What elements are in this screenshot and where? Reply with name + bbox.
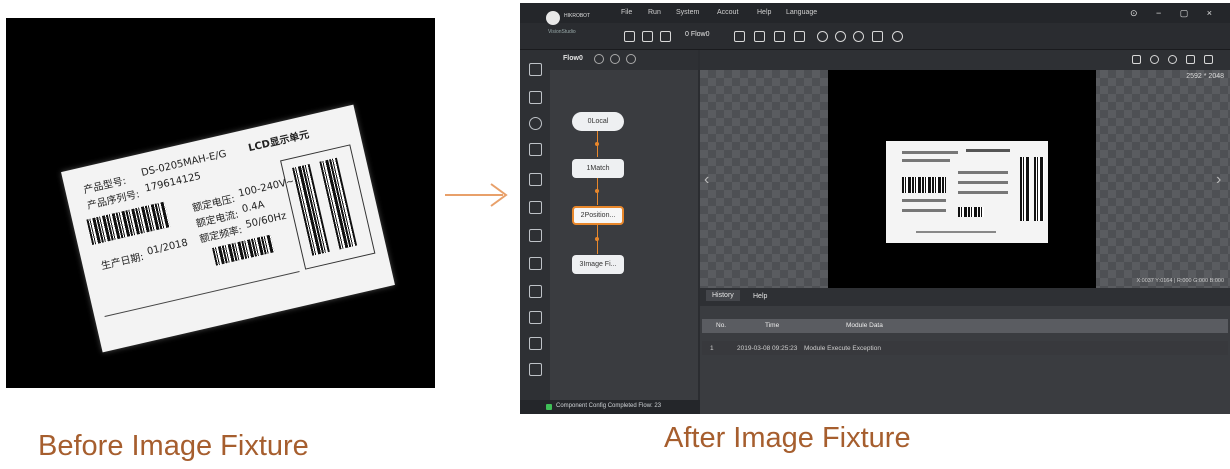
flow-connector-dot	[595, 142, 599, 146]
table-header	[702, 319, 1228, 333]
image-tool-icon[interactable]	[529, 257, 542, 270]
flow-connector-dot	[595, 237, 599, 241]
label-line	[958, 171, 1008, 174]
label-text: 生产日期:	[100, 251, 145, 273]
network-icon[interactable]	[754, 31, 765, 42]
run-flow-icon[interactable]	[594, 54, 604, 64]
camera-icon[interactable]	[794, 31, 805, 42]
prev-image-icon[interactable]: ‹	[704, 171, 709, 189]
next-image-icon[interactable]: ›	[1216, 171, 1221, 189]
cell-no: 1	[710, 345, 714, 352]
before-image: 产品型号: DS-0205MAH-E/G 产品序列号: 179614125 LC…	[6, 18, 435, 388]
zoom-in-icon[interactable]	[1150, 55, 1159, 64]
stop-flow-icon[interactable]	[626, 54, 636, 64]
flow-selector[interactable]: 0 Flow0	[685, 31, 710, 38]
label-text: 50/60Hz	[244, 210, 288, 231]
new-solution-icon[interactable]	[624, 31, 635, 42]
label-text: LCD显示单元	[247, 129, 311, 155]
monitor-icon[interactable]	[774, 31, 785, 42]
brand-name: HIKROBOT	[564, 13, 591, 19]
flow-connector-dot	[595, 189, 599, 193]
open-folder-icon[interactable]	[660, 31, 671, 42]
label-text: 01/2018	[146, 237, 189, 258]
menu-system[interactable]: System	[676, 9, 699, 16]
cell-time: 2019-03-08 09:25:23	[737, 345, 798, 352]
color-tool-icon[interactable]	[529, 285, 542, 298]
menu-help[interactable]: Help	[757, 9, 771, 16]
tab-flow0[interactable]: Flow0	[563, 55, 583, 62]
product-label-card: 产品型号: DS-0205MAH-E/G 产品序列号: 179614125 LC…	[61, 104, 395, 353]
barcode	[958, 207, 984, 217]
status-text: Component Config Completed Flow: 23	[556, 403, 662, 409]
defect-tool-icon[interactable]	[529, 229, 542, 242]
loop-flow-icon[interactable]	[610, 54, 620, 64]
label-line	[958, 191, 1008, 194]
zoom-out-icon[interactable]	[1168, 55, 1177, 64]
tool-icon[interactable]	[529, 63, 542, 76]
run-loop-icon[interactable]	[835, 31, 846, 42]
label-line	[902, 159, 950, 162]
arrow-right-icon	[445, 183, 508, 207]
flow-node-local[interactable]: 0Local	[572, 112, 624, 131]
label-line	[902, 209, 946, 212]
recognize-tool-icon[interactable]	[529, 201, 542, 214]
pixel-coordinates: X:0037 Y:0164 | R:000 G:000 B:000	[1136, 278, 1224, 284]
flow-node-position[interactable]: 2Position...	[572, 206, 624, 225]
barcode	[902, 177, 946, 193]
measure-tool-icon[interactable]	[529, 143, 542, 156]
output-tool-icon[interactable]	[529, 363, 542, 376]
column-header-no: No.	[716, 322, 727, 329]
image-resolution: 2592 * 2048	[1186, 73, 1224, 80]
fixtured-label-card	[886, 141, 1048, 243]
fullscreen-icon[interactable]	[1204, 55, 1213, 64]
caption-before: Before Image Fixture	[38, 430, 309, 462]
comm-tool-icon[interactable]	[529, 337, 542, 350]
menu-account[interactable]: Accout	[717, 9, 738, 16]
menu-file[interactable]: File	[621, 9, 632, 16]
label-line	[916, 231, 996, 233]
barcode	[1020, 157, 1030, 221]
label-text: 0.4A	[240, 199, 266, 216]
layers-icon[interactable]	[734, 31, 745, 42]
stop-icon[interactable]	[853, 31, 864, 42]
bottom-tab-bar	[700, 288, 1230, 306]
fit-icon[interactable]	[1132, 55, 1141, 64]
column-header-module-data: Module Data	[846, 322, 883, 329]
label-line	[902, 151, 958, 154]
locate-tool-icon[interactable]	[529, 117, 542, 130]
flow-node-match[interactable]: 1Match	[572, 159, 624, 178]
settings-icon[interactable]	[872, 31, 883, 42]
barcode	[1034, 157, 1044, 221]
flow-node-image-fixture[interactable]: 3Image Fi...	[572, 255, 624, 274]
flow-panel	[550, 50, 698, 400]
brand-subtitle: VisionStudio	[548, 29, 576, 35]
label-line	[966, 149, 1010, 152]
logic-tool-icon[interactable]	[529, 311, 542, 324]
vision-studio-window: HIKROBOT VisionStudio File Run System Ac…	[520, 3, 1230, 414]
camera-tool-icon[interactable]	[529, 91, 542, 104]
tab-history[interactable]: History	[706, 290, 740, 301]
menu-language[interactable]: Language	[786, 9, 817, 16]
label-divider	[104, 271, 300, 317]
cell-module-data: Module Execute Exception	[804, 345, 881, 352]
window-controls[interactable]: ⊙ − ▢ ×	[1130, 8, 1220, 19]
calibrate-tool-icon[interactable]	[529, 173, 542, 186]
label-line	[958, 181, 1008, 184]
logo-icon	[546, 11, 560, 25]
save-icon[interactable]	[642, 31, 653, 42]
status-ok-icon	[546, 404, 552, 410]
tab-help[interactable]: Help	[753, 293, 767, 300]
label-line	[902, 199, 946, 202]
caption-after: After Image Fixture	[664, 422, 911, 454]
column-header-time: Time	[765, 322, 780, 329]
run-once-icon[interactable]	[817, 31, 828, 42]
menu-run[interactable]: Run	[648, 9, 661, 16]
undo-icon[interactable]	[892, 31, 903, 42]
save-image-icon[interactable]	[1186, 55, 1195, 64]
